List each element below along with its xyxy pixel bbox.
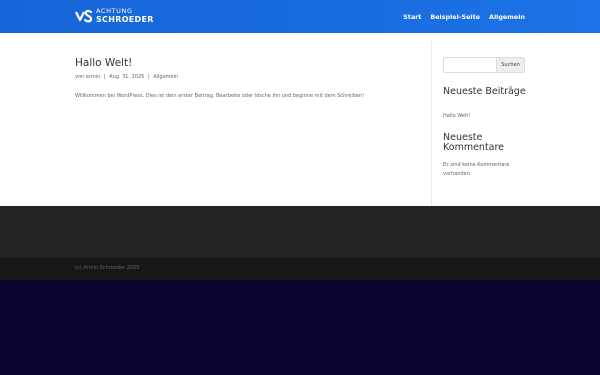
search-form: Suchen <box>443 57 525 73</box>
nav-link-start[interactable]: Start <box>403 13 421 21</box>
sidebar-divider <box>431 41 432 206</box>
post-author-link[interactable]: armin <box>86 74 100 80</box>
post-date: Aug. 31, 2025 <box>109 74 145 80</box>
main-nav: Start Beispiel-Seite Allgemein <box>403 0 525 33</box>
meta-separator: | <box>147 74 150 80</box>
recent-post-link[interactable]: Hallo Welt! <box>443 112 470 121</box>
search-input[interactable] <box>443 57 496 73</box>
copyright-text: (c) Armin Schroeder 2025 <box>75 265 140 271</box>
meta-separator: | <box>103 74 106 80</box>
post-excerpt: Willkommen bei WordPress. Dies ist dein … <box>75 93 365 99</box>
footer-widget-area <box>0 206 600 258</box>
site-logo[interactable]: ACHTUNG SCHROEDER <box>75 6 154 26</box>
recent-comments-empty-text: Es sind keine Kommentare vorhanden. <box>443 162 510 177</box>
footer-bottom-bar: (c) Armin Schroeder 2025 <box>0 258 600 280</box>
logo-mark-icon <box>75 9 93 23</box>
search-button[interactable]: Suchen <box>496 57 525 73</box>
main-content: Hallo Welt! von armin | Aug. 31, 2025 | … <box>0 33 600 206</box>
nav-link-beispiel-seite[interactable]: Beispiel-Seite <box>430 13 480 21</box>
post-meta: von armin | Aug. 31, 2025 | Allgemein <box>75 74 178 80</box>
recent-posts-heading: Neueste Beiträge <box>443 86 526 97</box>
post-meta-prefix: von <box>75 74 85 80</box>
post-title-link[interactable]: Hallo Welt! <box>75 57 132 69</box>
nav-link-allgemein[interactable]: Allgemein <box>489 13 525 21</box>
logo-line-bottom: SCHROEDER <box>96 14 154 24</box>
recent-comments-heading: Neueste Kommentare <box>443 132 505 154</box>
site-header: ACHTUNG SCHROEDER Start Beispiel-Seite A… <box>0 0 600 33</box>
logo-line-top: ACHTUNG <box>96 7 133 16</box>
post-category-link[interactable]: Allgemein <box>153 74 178 80</box>
